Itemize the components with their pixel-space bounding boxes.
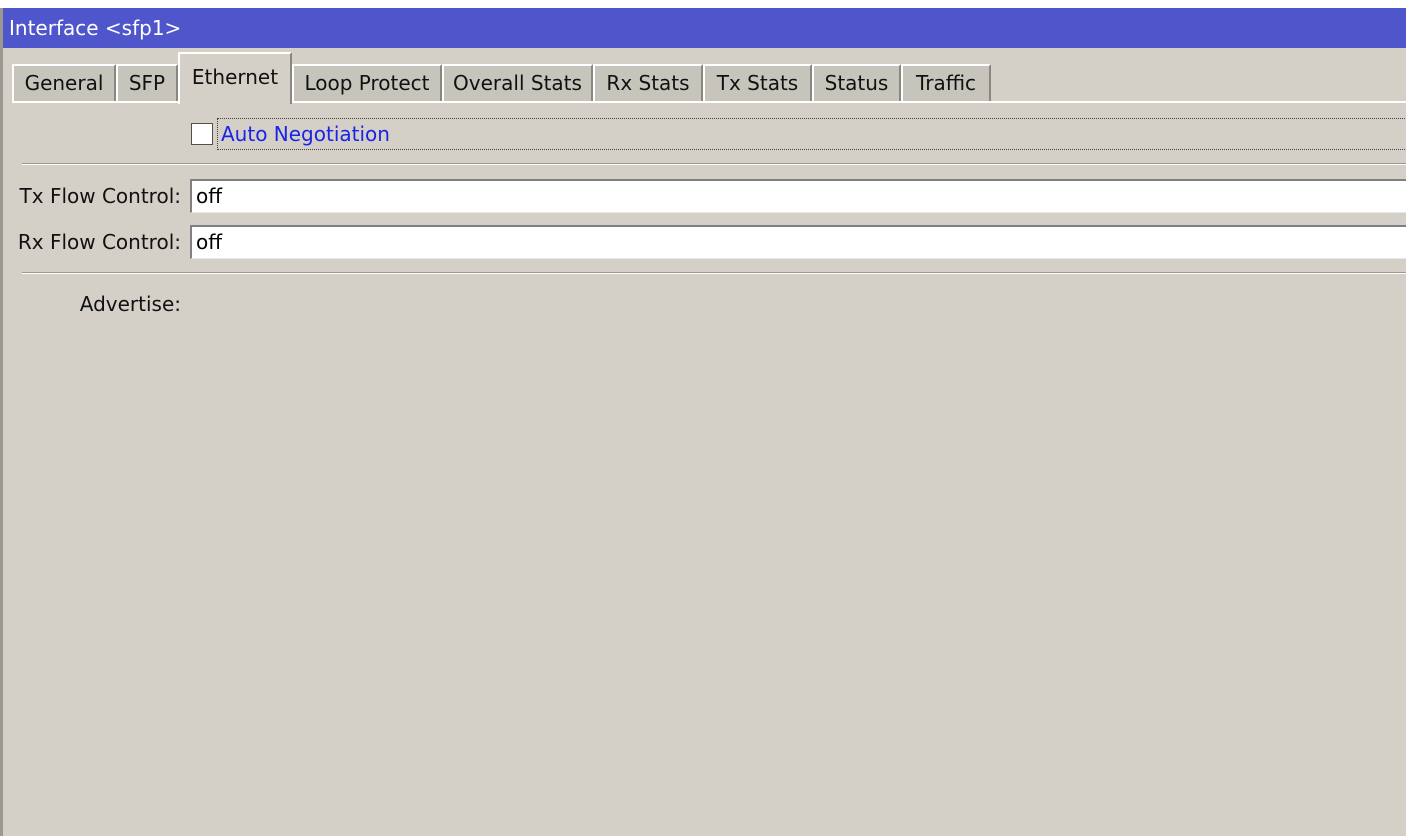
tab-general[interactable]: General bbox=[12, 64, 116, 101]
tx-flow-control-label: Tx Flow Control: bbox=[19, 184, 181, 208]
tx-flow-control-field[interactable]: off bbox=[190, 179, 1406, 213]
tab-loop-protect[interactable]: Loop Protect bbox=[292, 64, 442, 101]
tab-traffic[interactable]: Traffic bbox=[901, 64, 991, 101]
tab-ethernet[interactable]: Ethernet bbox=[178, 52, 292, 104]
separator bbox=[22, 272, 1406, 274]
tab-status[interactable]: Status bbox=[812, 64, 901, 101]
tab-rx-stats[interactable]: Rx Stats bbox=[593, 64, 703, 101]
separator bbox=[22, 163, 1406, 165]
rx-flow-control-field[interactable]: off bbox=[190, 225, 1406, 259]
interface-window: Interface <sfp1> General SFP Ethernet Lo… bbox=[0, 8, 1406, 836]
tab-sfp[interactable]: SFP bbox=[116, 64, 178, 101]
auto-negotiation-row: Auto Negotiation bbox=[189, 118, 1406, 152]
window-title[interactable]: Interface <sfp1> bbox=[3, 8, 1406, 48]
auto-negotiation-checkbox[interactable] bbox=[191, 123, 213, 145]
rx-flow-control-label: Rx Flow Control: bbox=[17, 230, 181, 254]
tab-overall-stats[interactable]: Overall Stats bbox=[442, 64, 593, 101]
advertise-label: Advertise: bbox=[79, 292, 181, 316]
auto-negotiation-label[interactable]: Auto Negotiation bbox=[217, 118, 1406, 150]
tab-tx-stats[interactable]: Tx Stats bbox=[703, 64, 812, 101]
